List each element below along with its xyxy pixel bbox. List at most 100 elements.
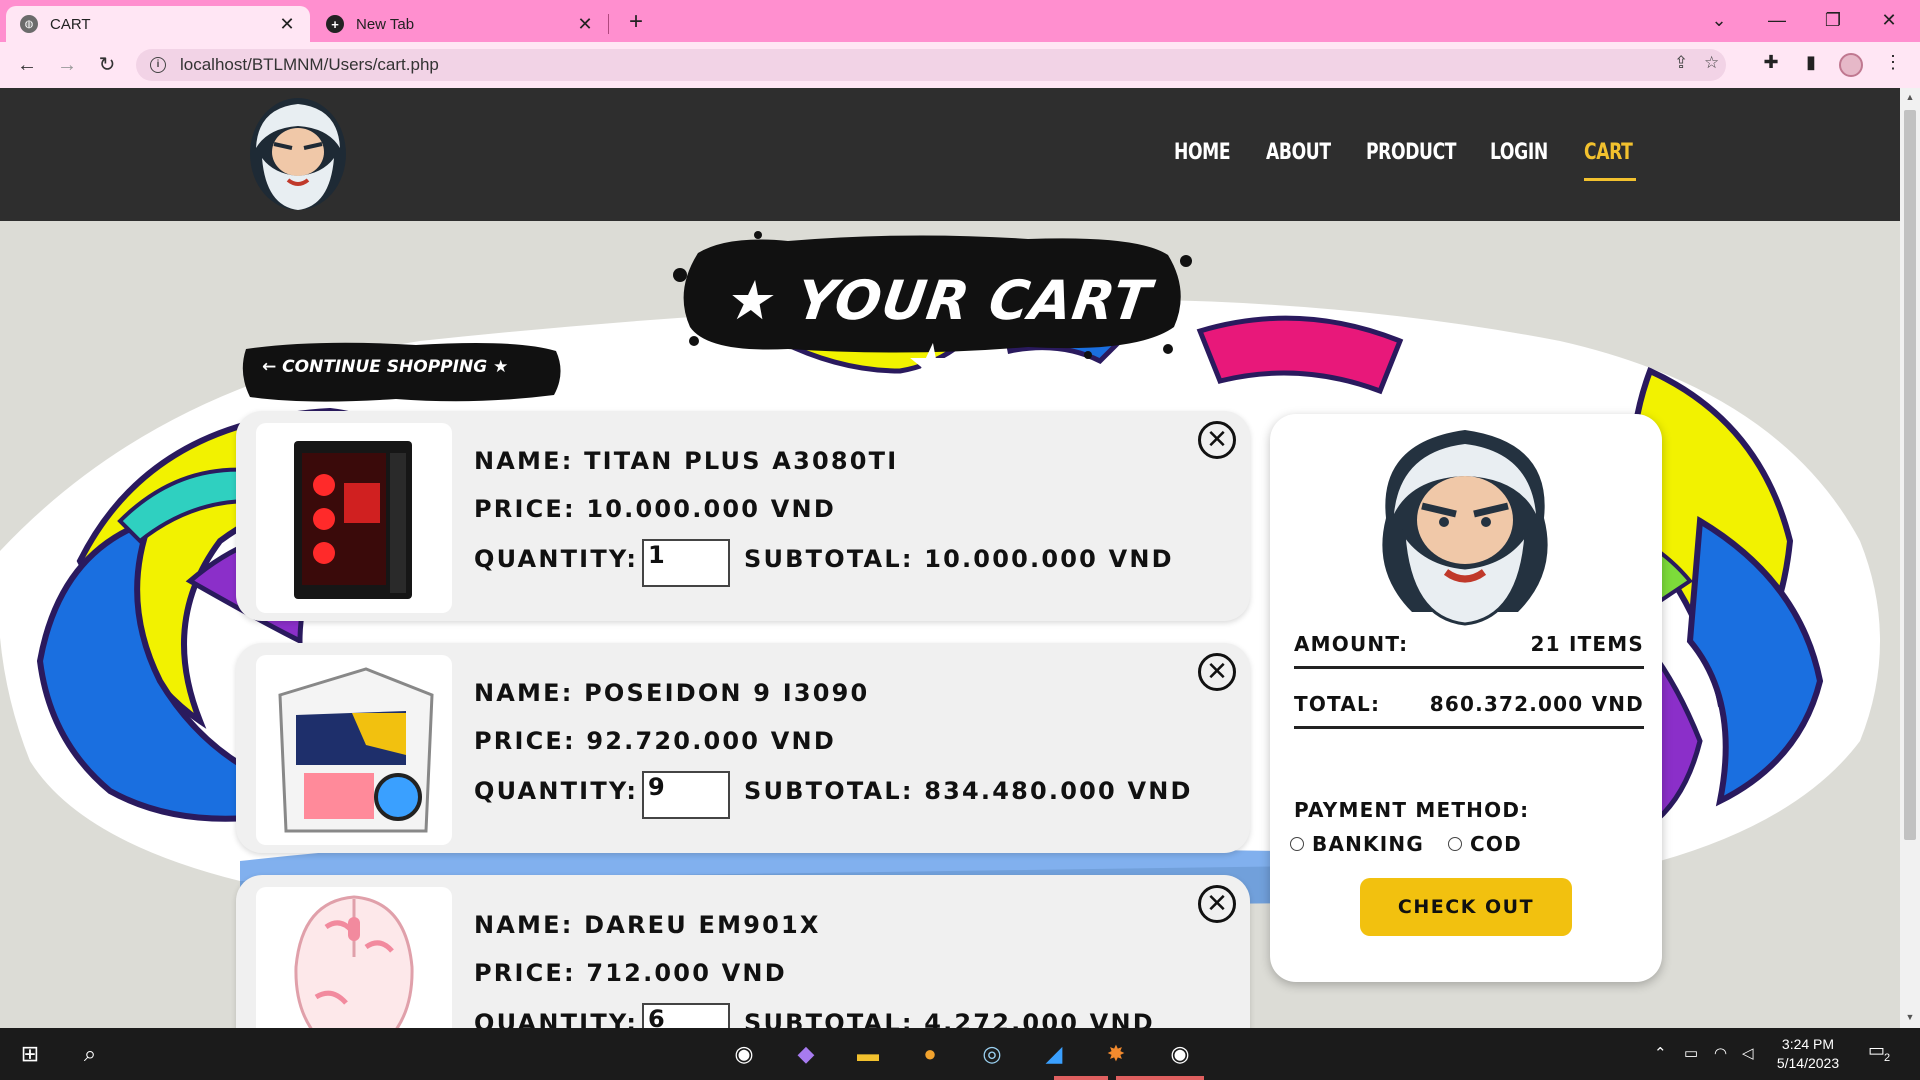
clock-date: 5/14/2023 — [1776, 1055, 1840, 1071]
url-field[interactable]: i localhost/BTLMNM/Users/cart.php ⇪ ☆ — [136, 49, 1726, 81]
search-icon[interactable]: ⌕ — [74, 1038, 106, 1070]
nav-login[interactable]: LOGIN — [1490, 140, 1548, 165]
quantity-input[interactable]: 1 — [642, 539, 730, 587]
notification-icon[interactable]: ▭ — [1868, 1040, 1885, 1061]
visual-studio-icon[interactable]: ◆ — [790, 1038, 822, 1070]
back-icon[interactable]: ← — [12, 50, 42, 80]
tab-title: CART — [50, 15, 91, 33]
windows-taskbar: ⊞ ⌕ ◉ ◆ ▬ ● ◎ ◢ ✸ ◉ ⌃ ▭ ◠ ◁ 3:24 PM 5/14… — [0, 1028, 1920, 1080]
quantity-value: 6 — [648, 1005, 665, 1028]
tab-cart[interactable]: ◍ CART ✕ — [6, 6, 310, 42]
quantity-value: 9 — [648, 773, 665, 801]
active-nav-underline — [1584, 178, 1636, 181]
steam-icon[interactable]: ◎ — [976, 1038, 1008, 1070]
nav-product[interactable]: PRODUCT — [1366, 140, 1457, 165]
site-info-icon[interactable]: i — [150, 57, 166, 73]
item-name-label: NAME: — [474, 911, 574, 939]
item-price-label: PRICE: — [474, 959, 576, 987]
drop-app-icon[interactable]: ● — [914, 1038, 946, 1070]
remove-item-button[interactable]: ✕ — [1198, 653, 1236, 691]
remove-item-button[interactable]: ✕ — [1198, 885, 1236, 923]
summary-divider — [1294, 726, 1644, 729]
payment-option-label: BANKING — [1312, 832, 1424, 856]
remove-item-button[interactable]: ✕ — [1198, 421, 1236, 459]
item-price: 92.720.000 VND — [586, 727, 836, 755]
scroll-up-icon[interactable]: ▲ — [1900, 92, 1920, 102]
nav-home[interactable]: HOME — [1174, 140, 1231, 165]
battery-icon[interactable]: ▭ — [1684, 1044, 1698, 1062]
page-scrollbar[interactable]: ▲ ▼ — [1900, 88, 1920, 1028]
tab-search-icon[interactable]: ⌄ — [1692, 0, 1746, 40]
app-icon[interactable]: ✸ — [1100, 1038, 1132, 1070]
item-name: DAREU EM901X — [584, 911, 821, 939]
share-icon[interactable]: ⇪ — [1674, 53, 1688, 73]
close-window-icon[interactable]: ✕ — [1862, 0, 1916, 40]
item-subtotal-label: SUBTOTAL: — [744, 545, 914, 573]
quantity-input[interactable]: 9 — [642, 771, 730, 819]
pc-case-illustration — [294, 441, 412, 599]
tab-new-tab[interactable]: + New Tab ✕ — [312, 6, 608, 42]
payment-option-label: COD — [1470, 832, 1522, 856]
zeus-logo[interactable] — [248, 98, 348, 214]
item-quantity-label: QUANTITY: — [474, 545, 639, 573]
tab-divider — [608, 14, 609, 34]
minimize-icon[interactable]: — — [1750, 0, 1804, 40]
checkout-button[interactable]: CHECK OUT — [1360, 878, 1572, 936]
continue-shopping-link[interactable]: ← CONTINUE SHOPPING ★ — [262, 357, 508, 377]
windows-start-icon[interactable]: ⊞ — [14, 1038, 46, 1070]
extensions-icon[interactable]: ✚ — [1758, 52, 1784, 73]
order-summary-card: AMOUNT: 21 ITEMS TOTAL: 860.372.000 VND … — [1270, 414, 1662, 982]
item-name-label: NAME: — [474, 679, 574, 707]
tray-chevron-icon[interactable]: ⌃ — [1654, 1044, 1667, 1062]
radio-banking[interactable] — [1290, 837, 1304, 851]
item-name-line: NAME: POSEIDON 9 I3090 — [474, 679, 869, 707]
menu-kebab-icon[interactable]: ⋮ — [1880, 52, 1906, 73]
product-image[interactable] — [256, 887, 452, 1028]
reload-icon[interactable]: ↻ — [92, 50, 122, 80]
scrollbar-thumb[interactable] — [1904, 110, 1916, 840]
side-panel-icon[interactable]: ▮ — [1798, 52, 1824, 73]
taskbar-clock[interactable]: 3:24 PM 5/14/2023 — [1768, 1035, 1848, 1073]
item-price-line: PRICE: 712.000 VND — [474, 959, 787, 987]
amount-row: AMOUNT: 21 ITEMS — [1294, 632, 1644, 656]
close-tab-icon[interactable]: ✕ — [576, 14, 594, 35]
wifi-icon[interactable]: ◠ — [1714, 1044, 1727, 1062]
total-label: TOTAL: — [1294, 692, 1381, 716]
item-price: 10.000.000 VND — [586, 495, 836, 523]
address-bar: ← → ↻ i localhost/BTLMNM/Users/cart.php … — [0, 42, 1920, 88]
nav-about[interactable]: ABOUT — [1266, 140, 1331, 165]
item-price: 712.000 VND — [586, 959, 787, 987]
radio-cod[interactable] — [1448, 837, 1462, 851]
browser-tab-strip: ◍ CART ✕ + New Tab ✕ + ⌄ — ❐ ✕ — [0, 0, 1920, 42]
total-row: TOTAL: 860.372.000 VND — [1294, 692, 1644, 716]
notification-count: 2 — [1884, 1052, 1891, 1064]
item-subtotal-label: SUBTOTAL: — [744, 1009, 914, 1028]
restore-icon[interactable]: ❐ — [1806, 0, 1860, 40]
profile-avatar[interactable] — [1839, 53, 1863, 77]
forward-icon[interactable]: → — [52, 50, 82, 80]
volume-icon[interactable]: ◁ — [1742, 1044, 1754, 1062]
chrome-profile-icon[interactable]: ◉ — [1164, 1038, 1196, 1070]
product-image[interactable] — [256, 423, 452, 613]
payment-option-banking[interactable]: BANKING — [1290, 832, 1424, 856]
url-text: localhost/BTLMNM/Users/cart.php — [180, 55, 439, 74]
item-quantity-label: QUANTITY: — [474, 777, 639, 805]
scroll-down-icon[interactable]: ▼ — [1900, 1012, 1920, 1022]
page-title: ★ YOUR CART ★ — [723, 269, 1156, 395]
cart-item: NAME: POSEIDON 9 I3090 PRICE: 92.720.000… — [236, 643, 1250, 853]
chrome-icon[interactable]: ◉ — [728, 1038, 760, 1070]
quantity-input[interactable]: 6 — [642, 1003, 730, 1028]
bookmark-star-icon[interactable]: ☆ — [1704, 53, 1719, 73]
product-image[interactable] — [256, 655, 452, 845]
new-tab-button[interactable]: + — [622, 8, 650, 36]
payment-option-cod[interactable]: COD — [1448, 832, 1522, 856]
vscode-icon[interactable]: ◢ — [1038, 1038, 1070, 1070]
site-header: HOME ABOUT PRODUCT LOGIN CART — [0, 88, 1900, 221]
file-explorer-icon[interactable]: ▬ — [852, 1038, 884, 1070]
close-tab-icon[interactable]: ✕ — [278, 14, 296, 35]
item-price-label: PRICE: — [474, 495, 576, 523]
tab-title: New Tab — [356, 15, 415, 33]
nav-cart[interactable]: CART — [1584, 140, 1633, 165]
item-name: POSEIDON 9 I3090 — [584, 679, 870, 707]
zeus-avatar — [1382, 430, 1548, 626]
